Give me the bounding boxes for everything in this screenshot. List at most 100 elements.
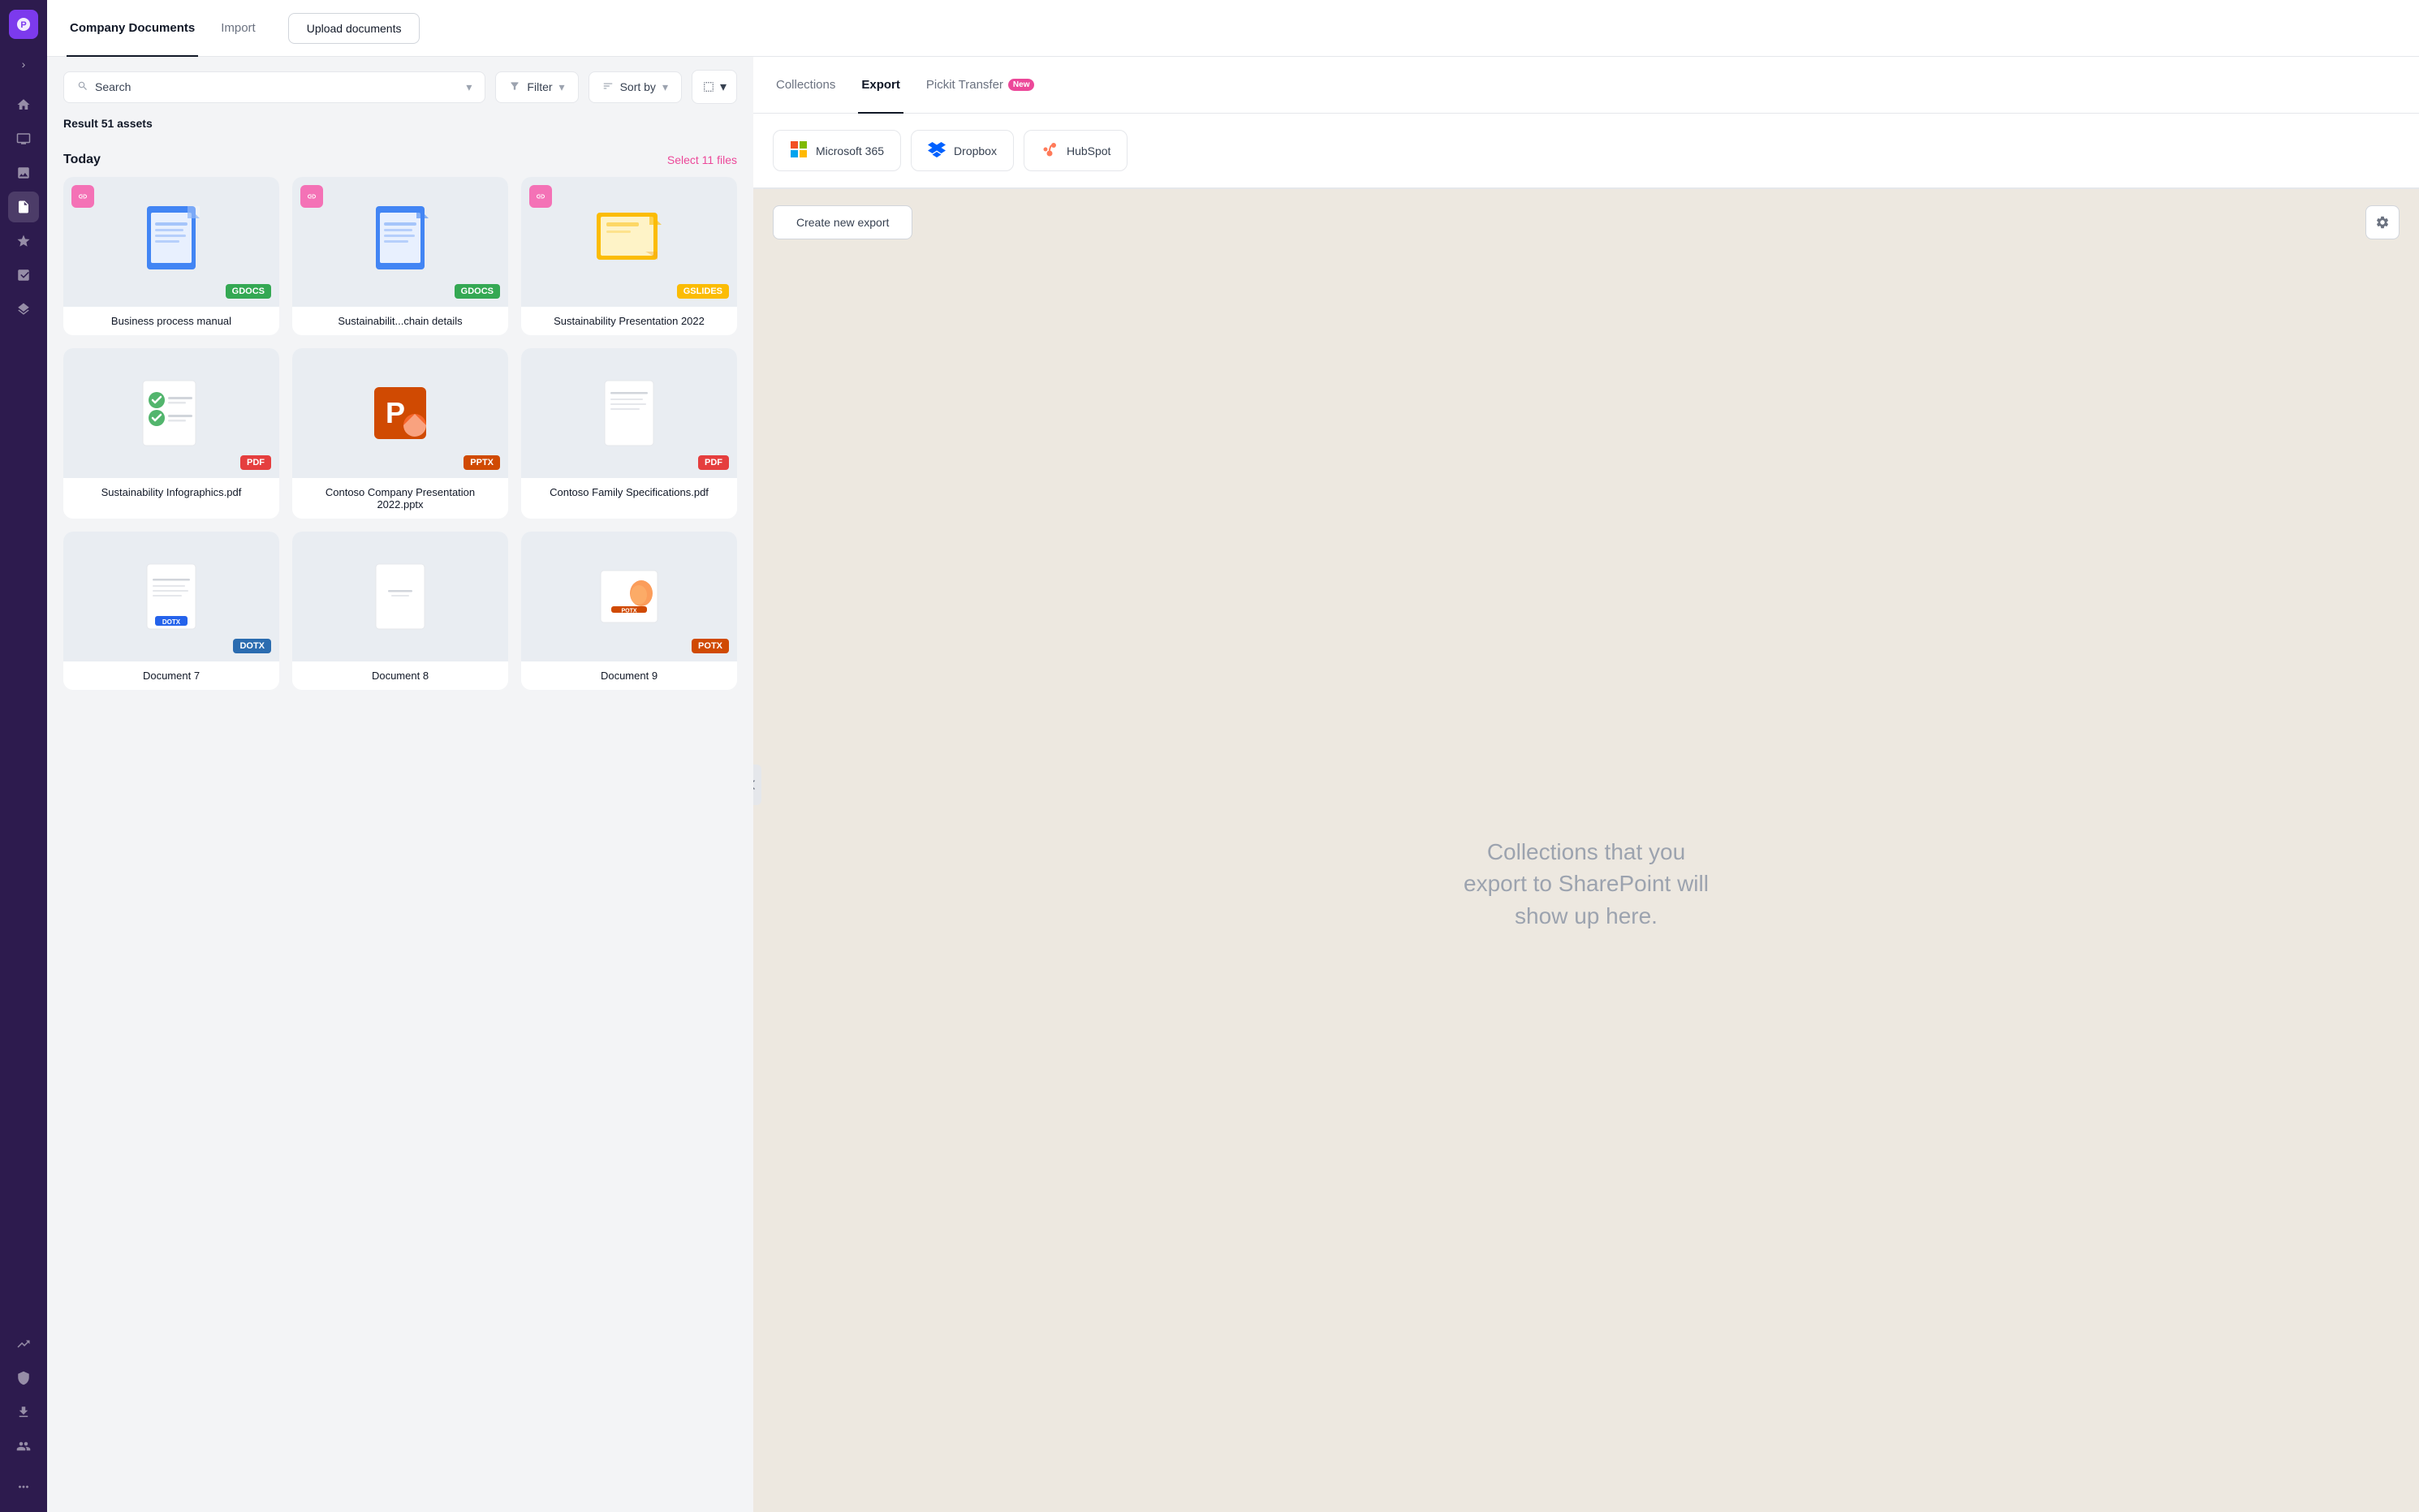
settings-button[interactable]: [2365, 205, 2400, 239]
content-area: Search ▾ Filter ▾ Sort by ▾: [47, 57, 2419, 1512]
card-title-3: Sustainability Presentation 2022: [521, 307, 737, 335]
hubspot-button[interactable]: HubSpot: [1024, 130, 1128, 171]
sidebar-item-documents[interactable]: [8, 192, 39, 222]
result-count: 51 assets: [101, 117, 153, 130]
export-action-row: Create new export: [753, 189, 2419, 256]
svg-text:POTX: POTX: [621, 609, 636, 614]
search-icon: [77, 80, 88, 94]
card-title-5: Contoso Company Presentation 2022.pptx: [292, 478, 508, 519]
tab-pickit-transfer[interactable]: Pickit Transfer New: [923, 58, 1038, 114]
sidebar-logo[interactable]: P: [9, 10, 38, 39]
card-title-8: Document 8: [292, 661, 508, 690]
export-tabs-row: Collections Export Pickit Transfer New: [753, 57, 2419, 114]
type-badge-pptx: PPTX: [464, 455, 500, 470]
sidebar: P ›: [0, 0, 47, 1512]
result-label: Result: [63, 117, 98, 130]
svg-text:DOTX: DOTX: [162, 618, 181, 626]
sidebar-item-images[interactable]: [8, 157, 39, 188]
card-title-2: Sustainabilit...chain details: [292, 307, 508, 335]
filter-button[interactable]: Filter ▾: [495, 71, 578, 103]
link-badge-3: [529, 185, 552, 208]
sortby-icon: [602, 80, 614, 94]
card-title-4: Sustainability Infographics.pdf: [63, 478, 279, 506]
docs-panel: Search ▾ Filter ▾ Sort by ▾: [47, 57, 753, 1512]
microsoft365-label: Microsoft 365: [816, 144, 884, 157]
doc-card-6[interactable]: PDF Contoso Family Specifications.pdf: [521, 348, 737, 519]
section-title: Today: [63, 153, 101, 167]
type-badge-potx: POTX: [692, 639, 729, 653]
microsoft365-button[interactable]: Microsoft 365: [773, 130, 901, 171]
doc-card-7[interactable]: DOTX DOTX Document 7: [63, 532, 279, 690]
export-panel: Collections Export Pickit Transfer New: [753, 57, 2419, 1512]
type-badge-dotx: DOTX: [233, 639, 271, 653]
microsoft365-icon: [790, 140, 808, 161]
today-section: Today Select 11 files: [63, 140, 737, 690]
export-top-area: Collections Export Pickit Transfer New: [753, 57, 2419, 189]
sortby-label: Sort by: [620, 80, 656, 93]
sidebar-item-export-nav[interactable]: [8, 1397, 39, 1428]
sidebar-item-monitor[interactable]: [8, 123, 39, 154]
sidebar-item-analytics[interactable]: [8, 260, 39, 291]
create-export-button[interactable]: Create new export: [773, 205, 912, 239]
doc-card-1[interactable]: GDOCS Business process manual: [63, 177, 279, 335]
search-button[interactable]: Search ▾: [63, 71, 485, 103]
sidebar-item-layers[interactable]: [8, 294, 39, 325]
sortby-button[interactable]: Sort by ▾: [589, 71, 682, 103]
empty-state: Collections that you export to SharePoin…: [753, 256, 2419, 1512]
tab-import[interactable]: Import: [218, 1, 259, 57]
tab-export[interactable]: Export: [858, 58, 903, 114]
empty-state-text: Collections that you export to SharePoin…: [1456, 836, 1716, 932]
sidebar-item-more[interactable]: [8, 1471, 39, 1502]
svg-text:P: P: [20, 20, 26, 30]
doc-card-2[interactable]: GDOCS Sustainabilit...chain details: [292, 177, 508, 335]
link-badge-2: [300, 185, 323, 208]
new-badge: New: [1008, 79, 1035, 91]
doc-card-5[interactable]: P PPTX Contoso Company Presentation 2022…: [292, 348, 508, 519]
sortby-chevron: ▾: [662, 80, 668, 94]
card-title-1: Business process manual: [63, 307, 279, 335]
card-thumb-9: POTX POTX: [521, 532, 737, 661]
card-thumb-2: GDOCS: [292, 177, 508, 307]
dropbox-label: Dropbox: [954, 144, 997, 157]
type-badge-gdocs-2: GDOCS: [455, 284, 500, 299]
search-label: Search: [95, 80, 131, 93]
card-thumb-5: P PPTX: [292, 348, 508, 478]
doc-card-9[interactable]: POTX POTX Document 9: [521, 532, 737, 690]
collapse-handle[interactable]: [753, 765, 761, 805]
card-thumb-6: PDF: [521, 348, 737, 478]
tab-company-documents[interactable]: Company Documents: [67, 1, 198, 57]
search-chevron: ▾: [466, 80, 472, 94]
sidebar-item-home[interactable]: [8, 89, 39, 120]
card-thumb-7: DOTX DOTX: [63, 532, 279, 661]
dropbox-icon: [928, 140, 946, 161]
card-thumb-1: GDOCS: [63, 177, 279, 307]
header-tabs: Company Documents Import: [67, 0, 259, 56]
filter-chevron: ▾: [559, 80, 565, 94]
type-badge-pdf-2: PDF: [698, 455, 729, 470]
upload-documents-button[interactable]: Upload documents: [288, 13, 420, 44]
svg-text:P: P: [386, 396, 405, 429]
top-header: Company Documents Import Upload document…: [47, 0, 2419, 57]
doc-card-8[interactable]: Document 8: [292, 532, 508, 690]
card-title-7: Document 7: [63, 661, 279, 690]
sidebar-collapse-icon[interactable]: ›: [8, 49, 39, 80]
filter-icon: [509, 80, 520, 94]
tab-collections[interactable]: Collections: [773, 58, 839, 114]
pickit-transfer-label: Pickit Transfer: [926, 78, 1003, 92]
result-bar: Result 51 assets: [47, 117, 753, 140]
doc-card-4[interactable]: PDF Sustainability Infographics.pdf: [63, 348, 279, 519]
sidebar-item-shield[interactable]: [8, 1363, 39, 1394]
sidebar-item-starred[interactable]: [8, 226, 39, 256]
main-container: Company Documents Import Upload document…: [47, 0, 2419, 1512]
dropbox-button[interactable]: Dropbox: [911, 130, 1014, 171]
type-badge-pdf-1: PDF: [240, 455, 271, 470]
hubspot-label: HubSpot: [1067, 144, 1110, 157]
select-files-link[interactable]: Select 11 files: [667, 153, 737, 166]
hubspot-icon: [1041, 140, 1059, 161]
view-toggle-button[interactable]: ▾: [692, 70, 737, 104]
doc-card-3[interactable]: GSLIDES Sustainability Presentation 2022: [521, 177, 737, 335]
sidebar-item-users[interactable]: [8, 1431, 39, 1462]
docs-grid: GDOCS Business process manual: [63, 177, 737, 690]
view-chevron: ▾: [720, 79, 727, 95]
sidebar-item-trending[interactable]: [8, 1329, 39, 1359]
